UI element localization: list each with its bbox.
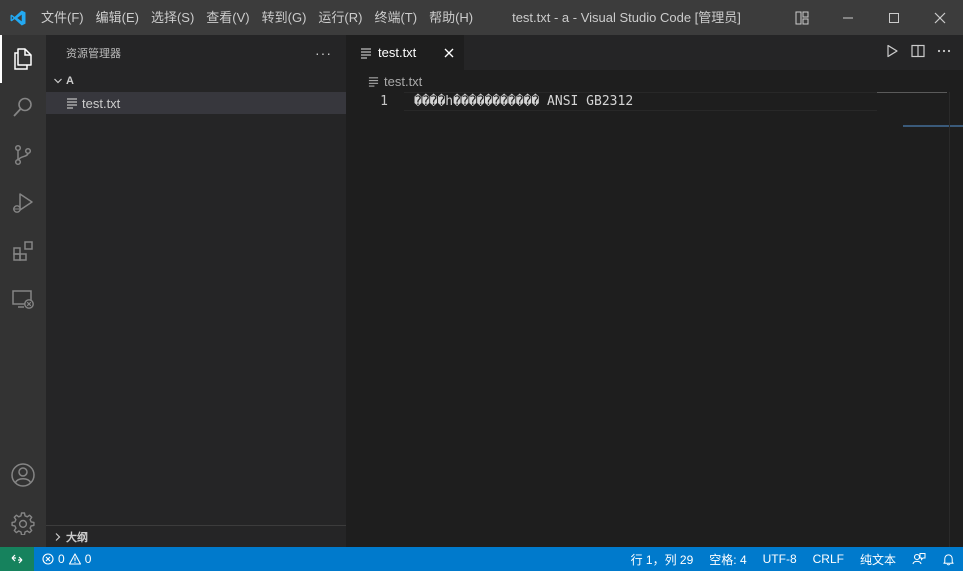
window-title: test.txt - a - Visual Studio Code [管理员]: [512, 10, 741, 25]
gear-icon: [11, 512, 35, 535]
outline-section-header[interactable]: 大纲: [46, 525, 346, 547]
file-encoding[interactable]: UTF-8: [755, 547, 805, 571]
chevron-right-icon: [50, 532, 66, 542]
remote-indicator-button[interactable]: [0, 547, 34, 571]
warning-icon: [68, 553, 81, 565]
chevron-down-icon: [50, 76, 66, 86]
toggle-layout-button[interactable]: [779, 0, 825, 35]
menu-selection[interactable]: 选择(S): [145, 0, 200, 35]
current-line-highlight: [404, 92, 877, 111]
layout-icon: [795, 11, 809, 24]
close-window-button[interactable]: [917, 0, 963, 35]
sidebar-header: 资源管理器 ···: [46, 35, 346, 70]
run-debug-icon: [13, 193, 33, 213]
vertical-scrollbar[interactable]: [949, 92, 963, 547]
account-icon: [11, 463, 35, 487]
text-file-icon: [360, 47, 372, 59]
menu-edit[interactable]: 编辑(E): [90, 0, 145, 35]
menu-view[interactable]: 查看(V): [200, 0, 255, 35]
minimap[interactable]: [877, 92, 947, 93]
split-editor-icon: [911, 44, 925, 58]
line-number: 1: [380, 94, 388, 109]
problems-indicator[interactable]: 0 0: [34, 552, 91, 566]
language-mode[interactable]: 纯文本: [852, 547, 904, 571]
breadcrumb-file: test.txt: [384, 73, 423, 89]
accounts-activity[interactable]: [0, 451, 46, 499]
close-icon: [934, 12, 946, 23]
end-of-line[interactable]: CRLF: [805, 547, 852, 571]
menu-go[interactable]: 转到(G): [256, 0, 313, 35]
remote-icon: [11, 554, 23, 564]
menu-run[interactable]: 运行(R): [312, 0, 368, 35]
search-activity[interactable]: [0, 83, 46, 131]
cursor-position[interactable]: 行 1，列 29: [623, 547, 702, 571]
close-icon: [444, 48, 454, 57]
file-name: test.txt: [82, 95, 121, 111]
editor-more-actions-button[interactable]: [937, 44, 951, 61]
run-debug-activity[interactable]: [0, 179, 46, 227]
play-icon: [887, 44, 898, 58]
source-control-activity[interactable]: [0, 131, 46, 179]
menu-help[interactable]: 帮助(H): [423, 0, 479, 35]
feedback-icon: [912, 553, 926, 565]
tab-test-txt[interactable]: test.txt: [346, 35, 464, 70]
tab-bar: test.txt: [346, 35, 963, 70]
menu-file[interactable]: 文件(F): [35, 0, 90, 35]
explorer-sidebar: 资源管理器 ··· A test.txt 大纲: [46, 35, 346, 547]
files-icon: [14, 48, 32, 70]
bell-icon: [943, 553, 954, 565]
extensions-icon: [13, 241, 33, 261]
title-bar: 文件(F) 编辑(E) 选择(S) 查看(V) 转到(G) 运行(R) 终端(T…: [0, 0, 963, 35]
explorer-activity[interactable]: [0, 35, 46, 83]
maximize-icon: [889, 12, 899, 23]
more-actions-button[interactable]: ···: [315, 45, 332, 61]
source-control-icon: [14, 144, 32, 166]
split-editor-button[interactable]: [911, 44, 925, 61]
text-file-icon: [64, 97, 80, 109]
code-line[interactable]: 1 ����h����������� ANSI GB2312: [346, 92, 963, 111]
menu-bar: 文件(F) 编辑(E) 选择(S) 查看(V) 转到(G) 运行(R) 终端(T…: [35, 0, 479, 35]
minimize-button[interactable]: [825, 0, 871, 35]
vscode-logo-icon: [0, 0, 35, 35]
warning-count: 0: [84, 552, 92, 566]
file-item-test-txt[interactable]: test.txt: [46, 92, 346, 114]
remote-explorer-activity[interactable]: [0, 275, 46, 323]
editor-area: test.txt test.txt 1 ����h����������� ANS…: [346, 35, 963, 547]
maximize-button[interactable]: [871, 0, 917, 35]
tab-close-button[interactable]: [444, 48, 454, 58]
error-count: 0: [58, 552, 65, 566]
status-bar: 0 0 行 1，列 29 空格: 4 UTF-8 CRLF 纯文本: [0, 547, 963, 571]
folder-section-header[interactable]: A: [46, 70, 346, 92]
sidebar-title: 资源管理器: [66, 47, 121, 60]
error-icon: [42, 553, 54, 565]
search-icon: [13, 97, 32, 117]
notifications-button[interactable]: [934, 547, 963, 571]
manage-activity[interactable]: [0, 499, 46, 547]
menu-terminal[interactable]: 终端(T): [368, 0, 423, 35]
ellipsis-icon: [937, 49, 951, 53]
feedback-button[interactable]: [904, 547, 934, 571]
run-button[interactable]: [885, 44, 899, 61]
tab-label: test.txt: [378, 45, 417, 60]
breadcrumb[interactable]: test.txt: [346, 70, 963, 92]
outline-title: 大纲: [66, 531, 88, 544]
extensions-activity[interactable]: [0, 227, 46, 275]
remote-explorer-icon: [12, 290, 34, 309]
indentation[interactable]: 空格: 4: [701, 547, 754, 571]
folder-name: A: [66, 75, 74, 87]
activity-bar: [0, 35, 46, 547]
minimize-icon: [843, 17, 853, 18]
text-file-icon: [368, 76, 379, 87]
